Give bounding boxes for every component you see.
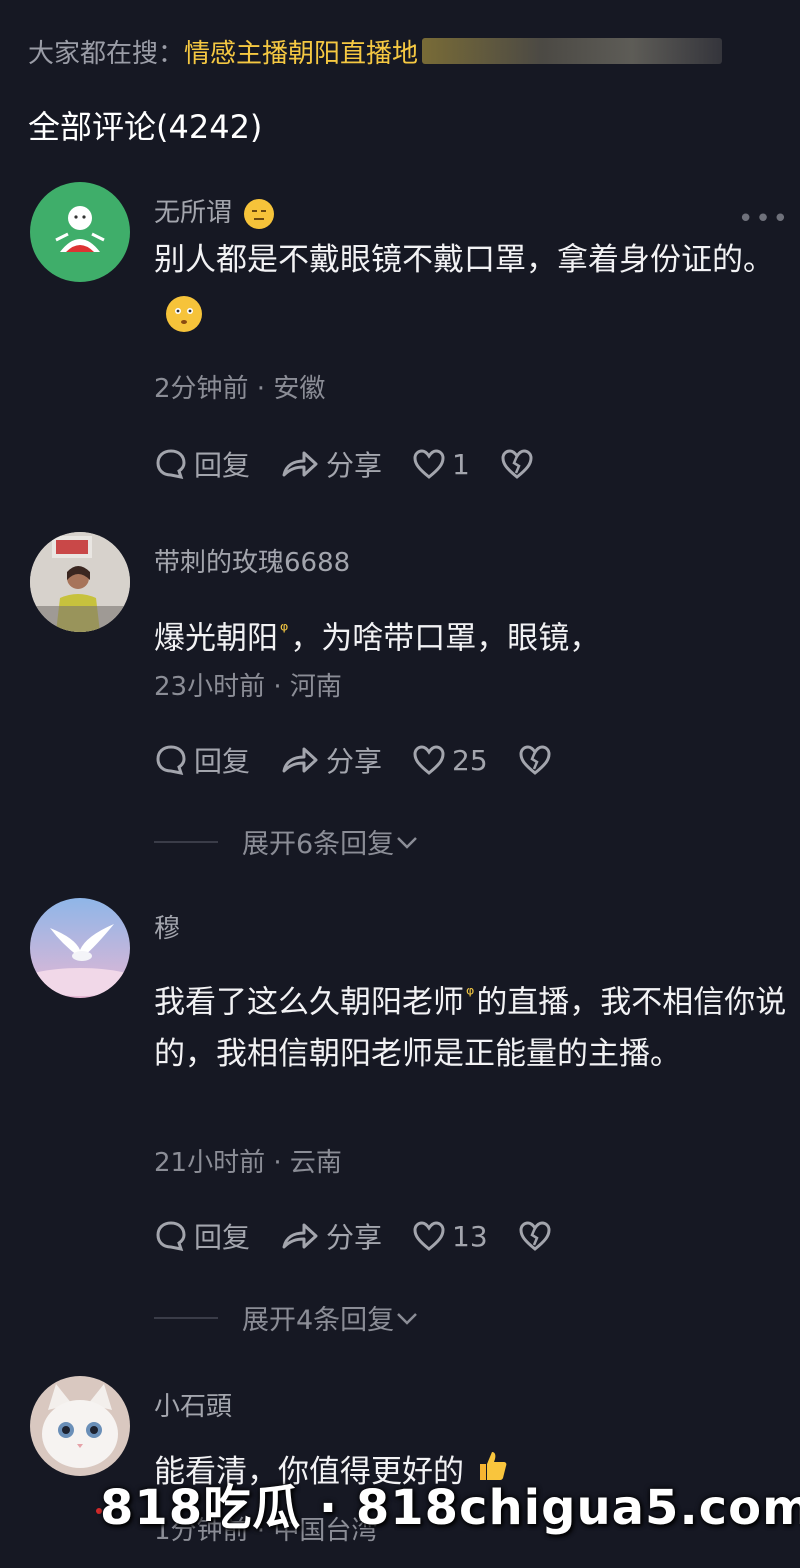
reply-icon [156, 745, 186, 775]
comment-meta: 2分钟前 · 安徽 [154, 374, 326, 404]
avatar-illustration [55, 206, 105, 252]
comment-item: 带刺的玫瑰6688 爆光朝阳 ᵠ，为啥带口罩，眼镜， 23小时前 · 河南 回复 … [0, 532, 800, 872]
heart-icon [413, 449, 445, 479]
comment-username[interactable]: 带刺的玫瑰6688 [154, 542, 350, 579]
comment-text: 我看了这么久朝阳老师 ᵠ的直播，我不相信你说的，我相信朝阳老师是正能量的主播。 [154, 982, 787, 1073]
comment-username[interactable]: 穆 [154, 908, 180, 945]
avatar-photo [30, 532, 130, 632]
hot-search-bar[interactable]: 大家都在搜： 情感主播朝阳直播地 [28, 30, 800, 72]
chevron-down-icon [397, 836, 418, 849]
comments-count-title: 全部评论(4242) [28, 108, 263, 146]
reply-icon [156, 449, 186, 479]
dislike-button[interactable] [518, 1220, 558, 1252]
like-button[interactable]: 1 [412, 448, 470, 481]
avatar[interactable] [30, 182, 130, 282]
avatar[interactable] [30, 1376, 130, 1476]
share-icon [282, 747, 318, 773]
comment-text: 爆光朝阳 ᵠ，为啥带口罩，眼镜， [154, 618, 601, 657]
divider-line [154, 1316, 218, 1319]
heart-icon [413, 745, 445, 775]
reply-button[interactable]: 回复 [154, 740, 250, 780]
like-button[interactable]: 25 [412, 744, 488, 777]
like-count: 13 [452, 1219, 488, 1253]
avatar-bird-image [30, 898, 130, 998]
like-button[interactable]: 13 [412, 1220, 488, 1253]
dislike-button[interactable] [518, 744, 558, 776]
divider-line [154, 840, 218, 843]
broken-heart-icon [501, 449, 533, 479]
comment-meta: 21小时前 · 云南 [154, 1148, 342, 1178]
expand-replies-button[interactable]: 展开6条回复 [154, 822, 420, 861]
avatar[interactable] [30, 898, 130, 998]
like-count: 1 [452, 447, 470, 481]
comment-item: 无所谓 ••• 别人都是不戴眼镜不戴口罩，拿着身份证的。 2分钟前 · 安徽 回… [0, 182, 800, 502]
comment-actions: 回复 分享 25 [154, 740, 588, 780]
more-options-icon[interactable]: ••• [738, 204, 790, 234]
reply-icon [156, 1221, 186, 1251]
reply-button[interactable]: 回复 [154, 444, 250, 484]
share-icon [282, 451, 318, 477]
hot-search-keyword[interactable]: 情感主播朝阳直播地 [184, 33, 418, 70]
watermark-text: 818吃瓜 · 818chigua5.com [100, 1480, 800, 1536]
comment-actions: 回复 分享 13 [154, 1216, 588, 1256]
share-icon [282, 1223, 318, 1249]
chevron-down-icon [397, 1312, 418, 1325]
comment-meta: 23小时前 · 河南 [154, 672, 342, 702]
avatar-cat-image [30, 1376, 130, 1476]
broken-heart-icon [519, 745, 551, 775]
comment-username[interactable]: 无所谓 [154, 192, 275, 229]
expressionless-emoji-icon [244, 198, 275, 229]
flushed-emoji-icon [166, 295, 202, 332]
share-button[interactable]: 分享 [280, 444, 382, 484]
comment-username[interactable]: 小石頭 [154, 1386, 232, 1423]
share-button[interactable]: 分享 [280, 740, 382, 780]
comment-text: 别人都是不戴眼镜不戴口罩，拿着身份证的。 [154, 234, 794, 338]
expand-replies-button[interactable]: 展开4条回复 [154, 1298, 420, 1337]
dislike-button[interactable] [500, 448, 540, 480]
like-count: 25 [452, 743, 488, 777]
search-suggestion-icon[interactable]: ᵠ [280, 618, 288, 642]
blurred-search-text [422, 38, 723, 64]
hot-search-prefix: 大家都在搜： [28, 38, 185, 69]
heart-icon [413, 1221, 445, 1251]
search-suggestion-icon[interactable]: ᵠ [466, 982, 474, 1006]
comment-item: 穆 我看了这么久朝阳老师 ᵠ的直播，我不相信你说的，我相信朝阳老师是正能量的主播。… [0, 898, 800, 1338]
broken-heart-icon [519, 1221, 551, 1251]
comment-actions: 回复 分享 1 [154, 444, 570, 484]
share-button[interactable]: 分享 [280, 1216, 382, 1256]
avatar[interactable] [30, 532, 130, 632]
reply-button[interactable]: 回复 [154, 1216, 250, 1256]
